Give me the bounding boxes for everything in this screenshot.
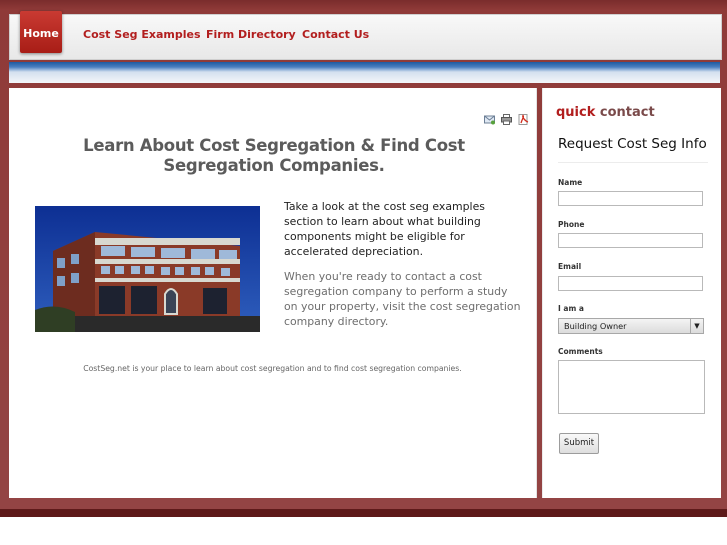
chevron-down-icon[interactable]: ▼	[690, 319, 703, 333]
building-photo	[35, 206, 260, 332]
email-icon[interactable]	[484, 110, 495, 125]
contact-word: contact	[595, 105, 655, 120]
submit-button[interactable]: Submit	[559, 433, 599, 454]
page-tools	[483, 110, 529, 129]
form-title: Request Cost Seg Info	[558, 136, 708, 163]
email-label: Email	[558, 262, 582, 271]
phone-label: Phone	[558, 220, 585, 229]
main-content: Learn About Cost Segregation & Find Cost…	[9, 88, 537, 498]
nav-contact-us[interactable]: Contact Us	[302, 15, 369, 59]
page-headline: Learn About Cost Segregation & Find Cost…	[83, 136, 465, 175]
phone-field[interactable]	[558, 233, 703, 248]
footer-note: CostSeg.net is your place to learn about…	[83, 364, 462, 373]
intro-paragraph: Take a look at the cost seg examples sec…	[284, 200, 485, 258]
header-blue-bar	[9, 62, 720, 83]
iam-label: I am a	[558, 304, 584, 313]
nav-home[interactable]: Home	[20, 11, 62, 53]
pdf-icon[interactable]	[518, 110, 529, 125]
nav-cost-seg-examples[interactable]: Cost Seg Examples	[83, 15, 201, 59]
nav-home-label: Home	[23, 27, 59, 40]
top-navigation: Home Cost Seg Examples Firm Directory Co…	[9, 11, 722, 60]
print-icon[interactable]	[501, 110, 513, 125]
name-field[interactable]	[558, 191, 703, 206]
quick-contact-sidebar: quick contact Request Cost Seg Info Name…	[542, 88, 721, 498]
frame-bottom-band	[0, 509, 727, 517]
comments-field[interactable]	[558, 360, 705, 414]
directory-paragraph: When you're ready to contact a cost segr…	[284, 270, 521, 328]
nav-firm-directory[interactable]: Firm Directory	[206, 15, 296, 59]
iam-select[interactable]: Building Owner ▼	[558, 318, 704, 334]
email-field[interactable]	[558, 276, 703, 291]
quick-contact-title: quick contact	[556, 105, 655, 120]
quick-word: quick	[556, 105, 596, 120]
name-label: Name	[558, 178, 583, 187]
iam-selected-value: Building Owner	[564, 321, 627, 331]
comments-label: Comments	[558, 347, 603, 356]
